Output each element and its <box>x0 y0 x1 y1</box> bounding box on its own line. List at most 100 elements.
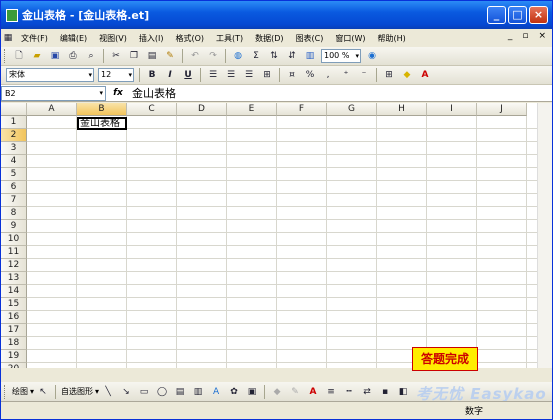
align-right-icon[interactable]: ☰ <box>241 68 257 83</box>
column-header[interactable]: A <box>27 103 77 116</box>
redo-icon[interactable]: ↷ <box>205 49 221 64</box>
toolbar-grip[interactable] <box>4 384 7 399</box>
menu-view[interactable]: 视图(V) <box>93 33 133 44</box>
arrow-icon[interactable]: ↘ <box>118 384 134 399</box>
font-size-select[interactable]: 12 ▾ <box>98 68 134 82</box>
column-header[interactable]: B <box>77 103 127 116</box>
row-header[interactable]: 5 <box>1 168 27 181</box>
draw-menu-button[interactable]: 绘图 <box>10 386 30 397</box>
sort-ascending-icon[interactable]: ⇅ <box>266 49 282 64</box>
row-header[interactable]: 16 <box>1 311 27 324</box>
formula-input[interactable]: 金山表格 <box>130 85 176 101</box>
fx-icon[interactable]: fx <box>106 88 130 98</box>
line-style-icon[interactable]: ≡ <box>323 384 339 399</box>
line-color-icon[interactable]: ✎ <box>287 384 303 399</box>
clipart-icon[interactable]: ✿ <box>226 384 242 399</box>
row-header[interactable]: 11 <box>1 246 27 259</box>
row-header[interactable]: 3 <box>1 142 27 155</box>
menu-edit[interactable]: 编辑(E) <box>54 33 93 44</box>
copy-icon[interactable]: ❐ <box>126 49 142 64</box>
menu-window[interactable]: 窗口(W) <box>329 33 371 44</box>
column-header[interactable]: C <box>127 103 177 116</box>
autosum-icon[interactable]: Σ <box>248 49 264 64</box>
column-header[interactable]: E <box>227 103 277 116</box>
dash-style-icon[interactable]: ┅ <box>341 384 357 399</box>
row-header[interactable]: 17 <box>1 324 27 337</box>
shadow-icon[interactable]: ▪ <box>377 384 393 399</box>
doc-close-button[interactable]: × <box>538 31 546 41</box>
paste-icon[interactable]: ▤ <box>144 49 160 64</box>
row-header[interactable]: 7 <box>1 194 27 207</box>
column-header[interactable]: I <box>427 103 477 116</box>
increase-decimal-icon[interactable]: ⁺ <box>338 68 354 83</box>
maximize-button[interactable]: □ <box>508 6 527 24</box>
font-name-select[interactable]: 宋体 ▾ <box>6 68 94 82</box>
print-preview-icon[interactable]: ⌕ <box>83 49 99 64</box>
toolbar-grip[interactable] <box>4 49 7 63</box>
hyperlink-icon[interactable]: ◍ <box>230 49 246 64</box>
arrow-style-icon[interactable]: ⇄ <box>359 384 375 399</box>
row-header[interactable]: 2 <box>1 129 27 142</box>
textbox-icon[interactable]: ▤ <box>172 384 188 399</box>
name-box[interactable]: B2 ▾ <box>1 85 106 101</box>
menu-format[interactable]: 格式(O) <box>169 33 210 44</box>
column-header[interactable]: J <box>477 103 527 116</box>
line-icon[interactable]: ╲ <box>100 384 116 399</box>
autoshapes-button[interactable]: 自选图形 <box>59 386 95 397</box>
font-color-icon[interactable]: A <box>305 384 321 399</box>
doc-minimize-button[interactable]: _ <box>508 31 513 41</box>
3d-icon[interactable]: ◧ <box>395 384 411 399</box>
menu-tools[interactable]: 工具(T) <box>210 33 249 44</box>
wordart-icon[interactable]: A <box>208 384 224 399</box>
align-left-icon[interactable]: ☰ <box>205 68 221 83</box>
spreadsheet-grid[interactable]: A B C D E F G H I J 1 2 3 4 5 6 7 8 9 10… <box>1 103 552 368</box>
selected-cell-b2[interactable]: 金山表格 <box>77 117 127 130</box>
print-icon[interactable]: ⎙ <box>65 49 81 64</box>
row-header[interactable]: 19 <box>1 350 27 363</box>
vertical-scrollbar[interactable] <box>537 103 552 368</box>
row-header[interactable]: 10 <box>1 233 27 246</box>
select-all-corner[interactable] <box>1 103 27 116</box>
align-center-icon[interactable]: ☰ <box>223 68 239 83</box>
comma-icon[interactable]: , <box>320 68 336 83</box>
format-painter-icon[interactable]: ✎ <box>162 49 178 64</box>
new-icon[interactable]: 🗋 <box>11 49 27 64</box>
column-header[interactable]: G <box>327 103 377 116</box>
row-header[interactable]: 4 <box>1 155 27 168</box>
sort-descending-icon[interactable]: ⇵ <box>284 49 300 64</box>
oval-icon[interactable]: ◯ <box>154 384 170 399</box>
row-header[interactable]: 1 <box>1 116 27 129</box>
menu-help[interactable]: 帮助(H) <box>372 33 412 44</box>
menu-file[interactable]: 文件(F) <box>15 33 54 44</box>
close-button[interactable]: × <box>529 6 548 24</box>
picture-icon[interactable]: ▣ <box>244 384 260 399</box>
row-header[interactable]: 14 <box>1 285 27 298</box>
row-header[interactable]: 15 <box>1 298 27 311</box>
open-icon[interactable]: ▰ <box>29 49 45 64</box>
menu-data[interactable]: 数据(D) <box>249 33 289 44</box>
merge-center-icon[interactable]: ⊞ <box>259 68 275 83</box>
cut-icon[interactable]: ✂ <box>108 49 124 64</box>
doc-restore-button[interactable]: ▫ <box>522 31 528 41</box>
column-header[interactable]: H <box>377 103 427 116</box>
zoom-select[interactable]: 100 % ▾ <box>321 49 361 63</box>
fill-color-icon[interactable]: ◆ <box>399 68 415 83</box>
chart-icon[interactable]: ▥ <box>302 49 318 64</box>
row-header[interactable]: 6 <box>1 181 27 194</box>
doc-icon[interactable]: ▦ <box>2 31 14 46</box>
percent-icon[interactable]: % <box>302 68 318 83</box>
underline-icon[interactable]: U <box>180 68 196 83</box>
italic-icon[interactable]: I <box>162 68 178 83</box>
menu-insert[interactable]: 插入(I) <box>133 33 170 44</box>
row-header[interactable]: 9 <box>1 220 27 233</box>
row-header[interactable]: 8 <box>1 207 27 220</box>
minimize-button[interactable]: _ <box>487 6 506 24</box>
decrease-decimal-icon[interactable]: ⁻ <box>356 68 372 83</box>
undo-icon[interactable]: ↶ <box>187 49 203 64</box>
column-header[interactable]: D <box>177 103 227 116</box>
row-header[interactable]: 12 <box>1 259 27 272</box>
help-icon[interactable]: ◉ <box>364 49 380 64</box>
menu-chart[interactable]: 图表(C) <box>290 33 330 44</box>
finish-answer-button[interactable]: 答题完成 <box>412 347 478 371</box>
column-header[interactable]: F <box>277 103 327 116</box>
